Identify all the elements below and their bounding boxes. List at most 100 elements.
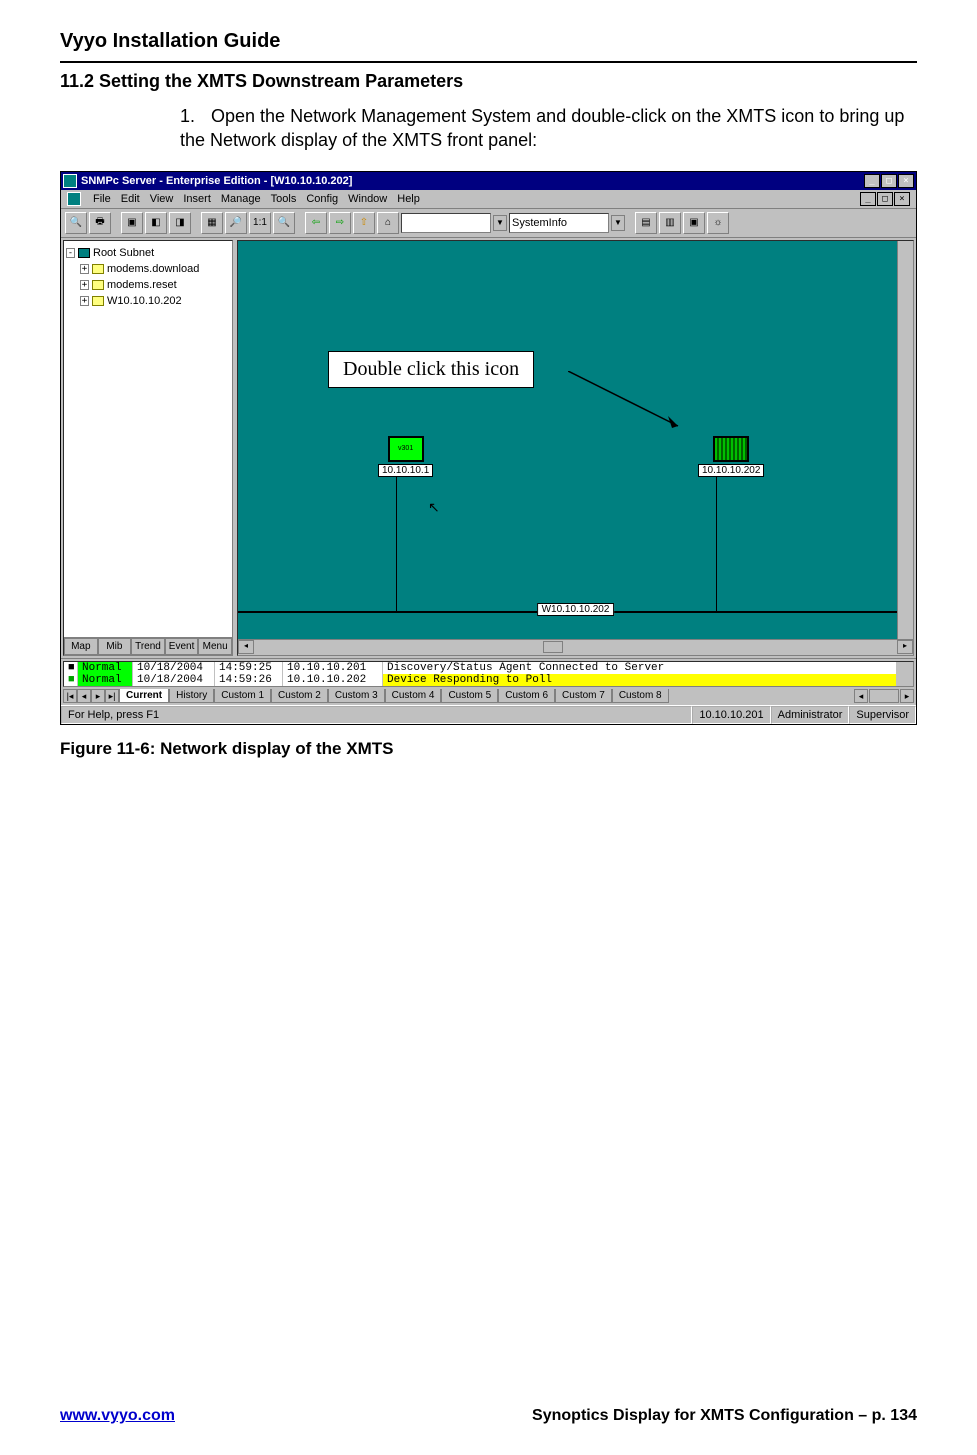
event-scrollbar[interactable] — [897, 662, 913, 674]
scroll-left-button[interactable]: ◂ — [238, 640, 254, 654]
status-help: For Help, press F1 — [61, 706, 692, 724]
status-user: Administrator — [771, 706, 850, 724]
expander-icon[interactable]: + — [80, 264, 89, 274]
maximize-button[interactable]: □ — [881, 174, 897, 188]
scroll-right-button[interactable]: ▸ — [897, 640, 913, 654]
tool-1[interactable]: ▣ — [121, 212, 143, 234]
network-canvas[interactable]: Double click this icon v301 10.10.10.1 1… — [237, 240, 914, 656]
mdi-minimize-button[interactable]: _ — [860, 192, 876, 206]
menu-insert[interactable]: Insert — [183, 193, 211, 205]
expander-icon[interactable]: + — [80, 280, 89, 290]
mdi-close-button[interactable]: × — [894, 192, 910, 206]
tool-grid[interactable]: ▦ — [201, 212, 223, 234]
tree-item[interactable]: + modems.reset — [66, 277, 230, 293]
layout-3-button[interactable]: ▣ — [683, 212, 705, 234]
app-icon — [63, 174, 77, 188]
event-tab[interactable]: Custom 8 — [612, 689, 669, 703]
layout-2-button[interactable]: ▥ — [659, 212, 681, 234]
event-tab[interactable]: Custom 2 — [271, 689, 328, 703]
tool-2[interactable]: ◧ — [145, 212, 167, 234]
find-button[interactable]: 🔍 — [65, 212, 87, 234]
event-tab[interactable]: Custom 4 — [385, 689, 442, 703]
tab-event[interactable]: Event — [165, 638, 199, 655]
tree-item-label: modems.download — [107, 261, 199, 277]
event-tab-current[interactable]: Current — [119, 689, 169, 703]
event-tab[interactable]: History — [169, 689, 214, 703]
expander-icon[interactable]: - — [66, 248, 75, 258]
tab-last-button[interactable]: ▸| — [105, 689, 119, 703]
tab-trend[interactable]: Trend — [131, 638, 165, 655]
event-row[interactable]: ■ Normal 10/18/2004 14:59:25 10.10.10.20… — [64, 662, 913, 674]
folder-icon — [92, 296, 104, 306]
event-table: ■ Normal 10/18/2004 14:59:25 10.10.10.20… — [63, 661, 914, 687]
up-button[interactable]: ⇧ — [353, 212, 375, 234]
hscroll-track[interactable] — [869, 689, 899, 703]
event-tab[interactable]: Custom 6 — [498, 689, 555, 703]
tab-mib[interactable]: Mib — [98, 638, 132, 655]
menu-file[interactable]: File — [93, 193, 111, 205]
tree-root[interactable]: - Root Subnet — [66, 245, 230, 261]
event-scrollbar[interactable] — [897, 674, 913, 686]
tree-item[interactable]: + modems.download — [66, 261, 230, 277]
event-tab[interactable]: Custom 3 — [328, 689, 385, 703]
device-v301[interactable]: v301 10.10.10.1 — [378, 436, 433, 477]
tool-3[interactable]: ◨ — [169, 212, 191, 234]
bullet-icon: ■ — [64, 674, 78, 686]
device-label: 10.10.10.202 — [698, 464, 764, 477]
view-dropdown-icon[interactable]: ▼ — [611, 215, 625, 231]
event-row[interactable]: ■ Normal 10/18/2004 14:59:26 10.10.10.20… — [64, 674, 913, 686]
event-date: 10/18/2004 — [133, 674, 215, 686]
layout-1-button[interactable]: ▤ — [635, 212, 657, 234]
tree-item[interactable]: + W10.10.10.202 — [66, 293, 230, 309]
scroll-track[interactable] — [254, 640, 897, 654]
event-tab[interactable]: Custom 7 — [555, 689, 612, 703]
hscroll-left-button[interactable]: ◂ — [854, 689, 868, 703]
figure-caption: Figure 11-6: Network display of the XMTS — [60, 739, 917, 759]
tree-root-label: Root Subnet — [93, 245, 154, 261]
event-ip: 10.10.10.201 — [283, 662, 383, 674]
status-ip: 10.10.10.201 — [692, 706, 770, 724]
left-tabs: Map Mib Trend Event Menu — [64, 637, 232, 655]
address-input[interactable] — [401, 213, 491, 233]
print-button[interactable]: 🖶 — [89, 212, 111, 234]
tab-prev-button[interactable]: ◂ — [77, 689, 91, 703]
menu-view[interactable]: View — [150, 193, 174, 205]
page-footer: www.vyyo.com Synoptics Display for XMTS … — [60, 1407, 917, 1425]
hscroll-right-button[interactable]: ▸ — [900, 689, 914, 703]
expander-icon[interactable]: + — [80, 296, 89, 306]
bullet-icon: ■ — [64, 662, 78, 674]
folder-icon — [92, 280, 104, 290]
settings-button[interactable]: ☼ — [707, 212, 729, 234]
zoom-out-button[interactable]: 🔍 — [273, 212, 295, 234]
tab-next-button[interactable]: ▸ — [91, 689, 105, 703]
event-tab[interactable]: Custom 5 — [441, 689, 498, 703]
menu-config[interactable]: Config — [306, 193, 338, 205]
forward-button[interactable]: ⇨ — [329, 212, 351, 234]
tab-menu[interactable]: Menu — [198, 638, 232, 655]
menu-help[interactable]: Help — [397, 193, 420, 205]
tree-item-label: modems.reset — [107, 277, 177, 293]
scroll-thumb[interactable] — [543, 641, 563, 653]
menu-window[interactable]: Window — [348, 193, 387, 205]
view-combo[interactable]: SystemInfo — [509, 213, 609, 233]
event-message: Discovery/Status Agent Connected to Serv… — [383, 662, 897, 674]
horizontal-scrollbar[interactable]: ◂ ▸ — [238, 639, 913, 655]
footer-link[interactable]: www.vyyo.com — [60, 1407, 175, 1425]
zoom-in-button[interactable]: 🔎 — [225, 212, 247, 234]
menu-manage[interactable]: Manage — [221, 193, 261, 205]
tab-first-button[interactable]: |◂ — [63, 689, 77, 703]
tab-map[interactable]: Map — [64, 638, 98, 655]
event-tab[interactable]: Custom 1 — [214, 689, 271, 703]
minimize-button[interactable]: _ — [864, 174, 880, 188]
zoom-11-button[interactable]: 1:1 — [249, 212, 271, 234]
device-xmts[interactable]: 10.10.10.202 — [698, 436, 764, 477]
home-button[interactable]: ⌂ — [377, 212, 399, 234]
mdi-maximize-button[interactable]: □ — [877, 192, 893, 206]
menu-edit[interactable]: Edit — [121, 193, 140, 205]
event-message: Device Responding to Poll — [383, 674, 897, 686]
menu-tools[interactable]: Tools — [271, 193, 297, 205]
back-button[interactable]: ⇦ — [305, 212, 327, 234]
close-button[interactable]: × — [898, 174, 914, 188]
vertical-scrollbar[interactable] — [897, 241, 913, 639]
address-dropdown-icon[interactable]: ▼ — [493, 215, 507, 231]
